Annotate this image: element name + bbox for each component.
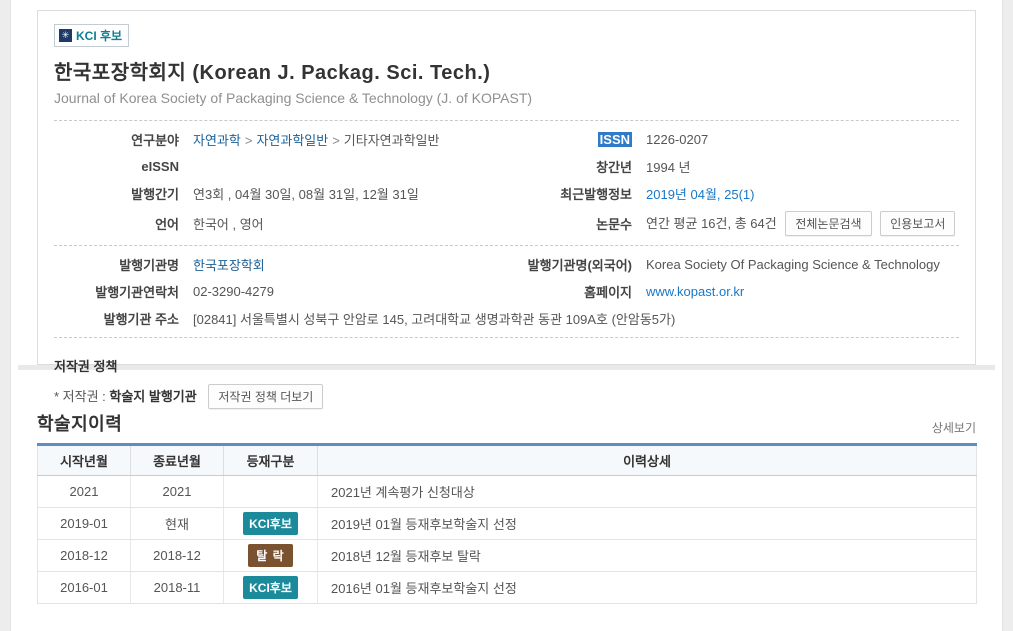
publisher-label: 발행기관명 — [54, 255, 179, 274]
dropped-status-badge: 탈 락 — [248, 544, 292, 567]
history-badge-cell: 탈 락 — [224, 540, 318, 572]
column-header-start-month: 시작년월 — [38, 445, 131, 476]
kci-badge-label: KCI 후보 — [76, 27, 122, 44]
table-row: 2021 2021 2021년 계속평가 신청대상 — [38, 476, 977, 508]
table-row: 2016-01 2018-11 KCI후보 2016년 01월 등재후보학술지 … — [38, 572, 977, 604]
citation-report-button[interactable]: 인용보고서 — [880, 211, 955, 236]
article-count-label: 논문수 — [492, 214, 632, 233]
history-start: 2021 — [38, 476, 131, 508]
latest-issue-value: 2019년 04월, 25(1) — [646, 184, 959, 203]
article-count-text: 연간 평균 16건, 총 64건 — [646, 216, 777, 231]
publisher-contact-label: 발행기관연락처 — [54, 282, 179, 301]
history-detail: 2019년 01월 등재후보학술지 선정 — [318, 508, 977, 540]
issn-label: ISSN — [492, 132, 632, 147]
page-container: ✳ KCI 후보 한국포장학회지 (Korean J. Packag. Sci.… — [10, 0, 1003, 631]
history-badge-cell: KCI후보 — [224, 572, 318, 604]
table-row: 2018-12 2018-12 탈 락 2018년 12월 등재후보 탈락 — [38, 540, 977, 572]
table-row: 2019-01 현재 KCI후보 2019년 01월 등재후보학술지 선정 — [38, 508, 977, 540]
history-end: 2018-12 — [131, 540, 224, 572]
homepage-value: www.kopast.or.kr — [646, 284, 959, 299]
breadcrumb-separator: > — [245, 133, 253, 148]
history-header-row: 학술지이력 상세보기 — [37, 410, 976, 436]
eissn-label: eISSN — [54, 159, 179, 174]
research-field-label: 연구분야 — [54, 130, 179, 149]
journal-info-card: ✳ KCI 후보 한국포장학회지 (Korean J. Packag. Sci.… — [37, 10, 976, 365]
publisher-foreign-label: 발행기관명(외국어) — [492, 255, 632, 274]
publisher-contact-value: 02-3290-4279 — [193, 284, 478, 299]
latest-issue-link[interactable]: 2019년 04월, 25(1) — [646, 187, 754, 202]
page-right-gutter — [1003, 0, 1013, 631]
history-end: 2021 — [131, 476, 224, 508]
kci-candidate-badge: ✳ KCI 후보 — [54, 24, 129, 47]
history-start: 2018-12 — [38, 540, 131, 572]
info-row-research-field: 연구분야 자연과학>자연과학일반>기타자연과학일반 ISSN 1226-0207 — [54, 126, 959, 153]
history-badge-cell — [224, 476, 318, 508]
info-row-eissn: eISSN 창간년 1994 년 — [54, 153, 959, 180]
copyright-note: * 저작권 : 학술지 발행기관 저작권 정책 더보기 — [54, 384, 959, 409]
language-value: 한국어 , 영어 — [193, 214, 478, 233]
info-row-language: 언어 한국어 , 영어 논문수 연간 평균 16건, 총 64건 전체논문검색 … — [54, 207, 959, 240]
publisher-address-label: 발행기관 주소 — [54, 309, 179, 328]
page-left-gutter — [0, 0, 10, 631]
journal-subtitle: Journal of Korea Society of Packaging Sc… — [54, 90, 959, 106]
column-header-listing-type: 등재구분 — [224, 445, 318, 476]
info-row-frequency: 발행간기 연3회 , 04월 30일, 08월 31일, 12월 31일 최근발… — [54, 180, 959, 207]
kci-logo-icon: ✳ — [59, 29, 72, 42]
history-detail: 2021년 계속평가 신청대상 — [318, 476, 977, 508]
copyright-policy-more-button[interactable]: 저작권 정책 더보기 — [208, 384, 323, 409]
publisher-value: 한국포장학회 — [193, 255, 478, 274]
journal-title: 한국포장학회지 (Korean J. Packag. Sci. Tech.) — [54, 56, 959, 85]
founded-year-label: 창간년 — [492, 157, 632, 176]
research-field-value: 자연과학>자연과학일반>기타자연과학일반 — [193, 130, 478, 149]
history-start: 2019-01 — [38, 508, 131, 540]
history-detail: 2018년 12월 등재후보 탈락 — [318, 540, 977, 572]
info-row-address: 발행기관 주소 [02841] 서울특별시 성북구 안암로 145, 고려대학교… — [54, 305, 959, 332]
search-all-articles-button[interactable]: 전체논문검색 — [785, 211, 871, 236]
issn-value: 1226-0207 — [646, 132, 959, 147]
history-table-header: 시작년월 종료년월 등재구분 이력상세 — [38, 445, 977, 476]
history-table: 시작년월 종료년월 등재구분 이력상세 2021 2021 2021년 계속평가… — [37, 443, 977, 604]
homepage-link[interactable]: www.kopast.or.kr — [646, 284, 744, 299]
issn-label-highlight: ISSN — [598, 132, 632, 147]
language-label: 언어 — [54, 214, 179, 233]
kci-candidate-status-badge: KCI후보 — [243, 512, 298, 535]
publisher-link[interactable]: 한국포장학회 — [193, 258, 265, 273]
column-header-end-month: 종료년월 — [131, 445, 224, 476]
journal-info-table: 연구분야 자연과학>자연과학일반>기타자연과학일반 ISSN 1226-0207… — [54, 126, 959, 338]
history-start: 2016-01 — [38, 572, 131, 604]
divider — [54, 120, 959, 121]
frequency-label: 발행간기 — [54, 184, 179, 203]
history-detail-link[interactable]: 상세보기 — [932, 419, 976, 436]
history-detail: 2016년 01월 등재후보학술지 선정 — [318, 572, 977, 604]
publisher-foreign-value: Korea Society Of Packaging Science & Tec… — [646, 257, 959, 272]
kci-candidate-status-badge: KCI후보 — [243, 576, 298, 599]
divider — [54, 245, 959, 246]
research-field-link-1[interactable]: 자연과학 — [193, 133, 241, 148]
info-row-publisher: 발행기관명 한국포장학회 발행기관명(외국어) Korea Society Of… — [54, 251, 959, 278]
latest-issue-label: 최근발행정보 — [492, 184, 632, 203]
article-count-value: 연간 평균 16건, 총 64건 전체논문검색 인용보고서 — [646, 211, 959, 236]
research-field-tail: 기타자연과학일반 — [344, 133, 440, 148]
divider — [54, 337, 959, 338]
card-bottom-shadow — [18, 365, 995, 370]
column-header-history-detail: 이력상세 — [318, 445, 977, 476]
copyright-holder: 학술지 발행기관 — [109, 389, 196, 404]
journal-history-section: 학술지이력 상세보기 시작년월 종료년월 등재구분 이력상세 2021 2021… — [37, 410, 976, 604]
copyright-note-prefix: * 저작권 : — [54, 389, 109, 404]
research-field-link-2[interactable]: 자연과학일반 — [256, 133, 328, 148]
history-section-title: 학술지이력 — [37, 410, 122, 436]
frequency-value: 연3회 , 04월 30일, 08월 31일, 12월 31일 — [193, 184, 478, 203]
history-badge-cell: KCI후보 — [224, 508, 318, 540]
info-row-contact: 발행기관연락처 02-3290-4279 홈페이지 www.kopast.or.… — [54, 278, 959, 305]
breadcrumb-separator: > — [332, 133, 340, 148]
history-end: 현재 — [131, 508, 224, 540]
publisher-address-value: [02841] 서울특별시 성북구 안암로 145, 고려대학교 생명과학관 동… — [193, 309, 959, 328]
history-end: 2018-11 — [131, 572, 224, 604]
founded-year-value: 1994 년 — [646, 157, 959, 176]
homepage-label: 홈페이지 — [492, 282, 632, 301]
